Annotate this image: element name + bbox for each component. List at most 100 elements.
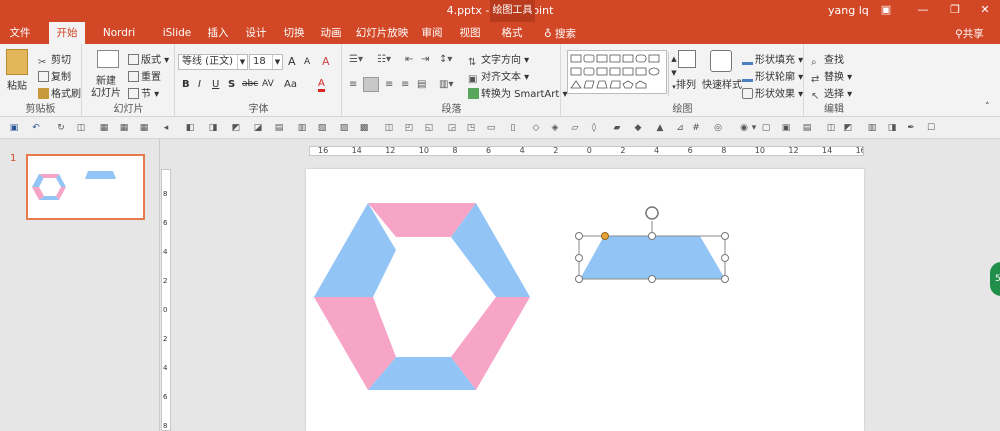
strikethrough-button[interactable]: abc (242, 79, 258, 89)
shape-icon[interactable]: # (690, 122, 702, 134)
shape-icon[interactable]: ◊ (588, 122, 600, 134)
reset-button[interactable]: 重置 (128, 68, 161, 83)
resize-handle[interactable] (721, 275, 729, 283)
shape-icon[interactable]: ◫ (383, 122, 395, 134)
resize-handle[interactable] (721, 232, 729, 240)
resize-handle[interactable] (575, 232, 583, 240)
shape-icon[interactable]: ▨ (338, 122, 350, 134)
shape-icon[interactable]: ▢ (760, 122, 772, 134)
shape-icon[interactable]: ▥ (866, 122, 878, 134)
numbering-icon[interactable]: ☷▾ (377, 54, 391, 65)
tab-9[interactable]: 审阅 (417, 22, 447, 44)
change-case-button[interactable]: Aa (284, 79, 297, 90)
shape-icon[interactable]: ◨ (886, 122, 898, 134)
char-spacing-button[interactable]: AV (262, 79, 274, 89)
increase-indent-icon[interactable]: ⇥ (421, 54, 429, 65)
cut-button[interactable]: ✂ 剪切 (38, 51, 71, 68)
group-icon[interactable]: ▦ (138, 122, 150, 134)
resize-handle[interactable] (575, 254, 583, 262)
bold-button[interactable]: B (182, 79, 190, 90)
tab-8[interactable]: 幻灯片放映 (354, 22, 410, 44)
copy-button[interactable]: 复制 (38, 68, 71, 83)
shape-icon[interactable]: ◰ (403, 122, 415, 134)
shape-icon[interactable]: ✒ (905, 122, 917, 134)
chevron-down-icon[interactable]: ▼ (272, 55, 282, 69)
italic-button[interactable]: I (198, 79, 201, 90)
hexagon-ring[interactable] (314, 203, 530, 390)
shape-icon[interactable]: ◱ (423, 122, 435, 134)
floating-side-badge[interactable]: 5 (990, 262, 1000, 296)
grow-font-button[interactable]: A (288, 55, 296, 68)
tab-10[interactable]: 视图 (455, 22, 485, 44)
format-icon[interactable]: ◫ (75, 122, 87, 134)
shape-fill-button[interactable]: 形状填充 ▾ (742, 51, 803, 66)
shape-icon[interactable]: ◧ (184, 122, 196, 134)
rotate-handle-icon[interactable] (645, 206, 659, 220)
font-size-combo[interactable]: 18 ▼ (249, 54, 283, 70)
distribute-icon[interactable]: ▤ (417, 79, 426, 90)
shape-icon[interactable]: ◳ (465, 122, 477, 134)
columns-icon[interactable]: ▥▾ (439, 79, 453, 90)
font-name-combo[interactable]: 等线 (正文) ▼ (178, 54, 248, 70)
resize-handle[interactable] (721, 254, 729, 262)
arrange-button[interactable]: 排列 (676, 76, 696, 91)
shapes-gallery[interactable] (567, 50, 667, 94)
shape-icon[interactable]: ◫ (825, 122, 837, 134)
resize-handle[interactable] (648, 232, 656, 240)
justify-icon[interactable]: ≡ (401, 79, 409, 90)
shadow-button[interactable]: S (228, 79, 235, 90)
shape-icon[interactable]: ▯ (507, 122, 519, 134)
shape-effects-button[interactable]: 形状效果 ▾ (742, 85, 803, 100)
tab-5[interactable]: 设计 (241, 22, 271, 44)
shape-icon[interactable]: ◲ (446, 122, 458, 134)
shape-icon[interactable]: ▲ (654, 122, 666, 134)
align-text-button[interactable]: ▣ 对齐文本 ▾ (468, 68, 529, 85)
tab-11[interactable]: 格式 (496, 22, 528, 44)
shape-icon[interactable]: ◇ (530, 122, 542, 134)
resize-handle[interactable] (575, 275, 583, 283)
customize-icon[interactable]: ▾ (748, 122, 760, 134)
close-icon[interactable]: ✕ (975, 3, 995, 16)
tab-6[interactable]: 切换 (279, 22, 309, 44)
user-name[interactable]: yang lq (828, 4, 869, 17)
underline-button[interactable]: U (212, 79, 219, 90)
shape-icon[interactable]: ☐ (925, 122, 937, 134)
font-color-button[interactable]: A (318, 78, 325, 92)
shape-icon[interactable]: ◨ (207, 122, 219, 134)
adjustment-handle[interactable] (601, 232, 609, 240)
redo-icon[interactable]: ↻ (55, 122, 67, 134)
text-direction-button[interactable]: ⇅ 文字方向 ▾ (468, 51, 529, 68)
restore-icon[interactable]: ❐ (945, 3, 965, 16)
find-button[interactable]: ⌕ 查找 (811, 51, 844, 68)
audio-icon[interactable]: ◂ (160, 122, 172, 134)
tab-2[interactable]: Nordri Tools (89, 22, 149, 61)
format-painter-button[interactable]: 格式刷 (38, 85, 81, 100)
selected-trapezoid[interactable] (575, 206, 729, 283)
shape-icon[interactable]: ◈ (549, 122, 561, 134)
bullets-icon[interactable]: ☰▾ (349, 54, 363, 65)
shape-icon[interactable]: ▣ (780, 122, 792, 134)
minimize-icon[interactable]: — (913, 3, 933, 16)
shrink-font-button[interactable]: A (304, 57, 310, 67)
decrease-indent-icon[interactable]: ⇤ (405, 54, 413, 65)
group-icon[interactable]: ▦ (98, 122, 110, 134)
new-slide-icon[interactable] (97, 50, 119, 68)
tab-1[interactable]: 开始 (49, 22, 85, 44)
tell-me-search[interactable]: ♁ 搜索 (544, 26, 576, 41)
group-icon[interactable]: ▦ (118, 122, 130, 134)
replace-button[interactable]: ⇄ 替换 ▾ (811, 68, 852, 85)
share-button[interactable]: ⚲共享 (955, 26, 984, 41)
quick-styles-button[interactable]: 快速样式 (702, 76, 742, 91)
shape-icon[interactable]: ◩ (842, 122, 854, 134)
paste-icon[interactable] (6, 49, 28, 75)
slide-thumbnail[interactable] (26, 154, 145, 220)
slide-canvas[interactable] (306, 169, 864, 431)
ribbon-display-icon[interactable]: ▣ (876, 3, 896, 16)
section-button[interactable]: 节 ▾ (128, 85, 159, 100)
quick-styles-icon[interactable] (710, 50, 732, 72)
layout-button[interactable]: 版式 ▾ (128, 51, 169, 66)
shape-icon[interactable]: ▧ (316, 122, 328, 134)
chevron-down-icon[interactable]: ▼ (237, 55, 247, 69)
collapse-ribbon-icon[interactable]: ˄ (985, 102, 990, 112)
shape-icon[interactable]: ▭ (485, 122, 497, 134)
